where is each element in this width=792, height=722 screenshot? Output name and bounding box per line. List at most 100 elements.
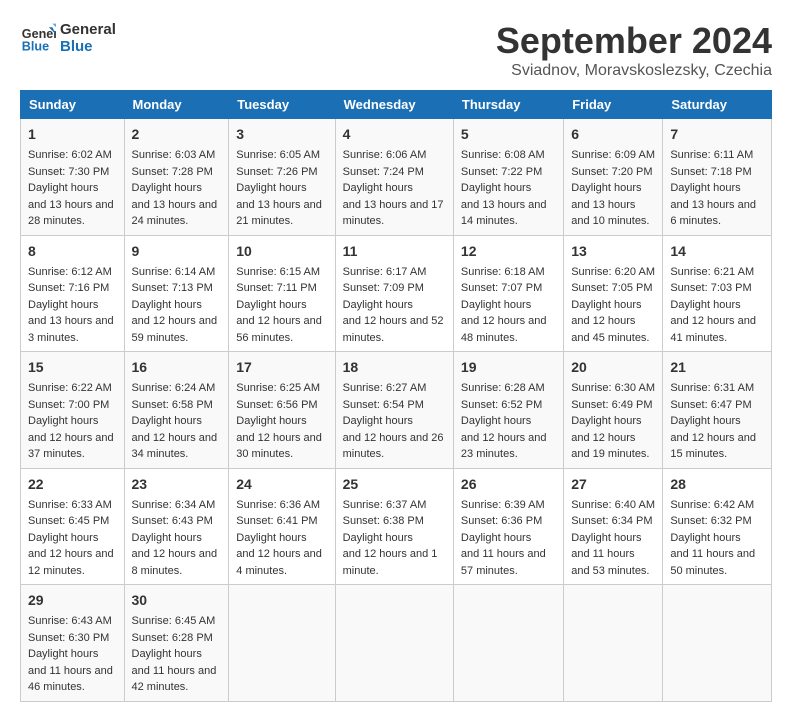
- day-header-monday: Monday: [124, 91, 229, 119]
- daylight-duration: and 12 hours and 37 minutes.: [28, 432, 114, 461]
- daylight-duration: and 12 hours and 52 minutes.: [343, 315, 444, 344]
- daylight-duration: and 12 hours and 12 minutes.: [28, 548, 114, 577]
- day-number: 23: [132, 474, 222, 495]
- daylight-duration: and 12 hours and 59 minutes.: [132, 315, 218, 344]
- daylight-label: Daylight hours: [571, 182, 641, 194]
- day-number: 28: [670, 474, 764, 495]
- sunset-label: Sunset: 6:49 PM: [571, 399, 652, 411]
- calendar-cell: 9Sunrise: 6:14 AMSunset: 7:13 PMDaylight…: [124, 235, 229, 352]
- sunset-label: Sunset: 7:11 PM: [236, 282, 317, 294]
- sunset-label: Sunset: 6:47 PM: [670, 399, 751, 411]
- sunset-label: Sunset: 7:03 PM: [670, 282, 751, 294]
- day-number: 12: [461, 241, 556, 262]
- daylight-duration: and 12 hours and 15 minutes.: [670, 432, 756, 461]
- sunset-label: Sunset: 6:30 PM: [28, 632, 109, 644]
- sunset-label: Sunset: 6:56 PM: [236, 399, 317, 411]
- sunrise-label: Sunrise: 6:02 AM: [28, 149, 112, 161]
- day-number: 17: [236, 357, 327, 378]
- daylight-duration: and 13 hours and 3 minutes.: [28, 315, 114, 344]
- calendar-cell: 7Sunrise: 6:11 AMSunset: 7:18 PMDaylight…: [663, 119, 772, 236]
- calendar-week-2: 8Sunrise: 6:12 AMSunset: 7:16 PMDaylight…: [21, 235, 772, 352]
- daylight-duration: and 11 hours and 46 minutes.: [28, 665, 113, 694]
- daylight-label: Daylight hours: [461, 299, 531, 311]
- sunrise-label: Sunrise: 6:39 AM: [461, 499, 545, 511]
- daylight-label: Daylight hours: [132, 532, 202, 544]
- daylight-duration: and 11 hours and 50 minutes.: [670, 548, 755, 577]
- calendar-cell: 18Sunrise: 6:27 AMSunset: 6:54 PMDayligh…: [335, 352, 453, 469]
- day-header-friday: Friday: [564, 91, 663, 119]
- sunrise-label: Sunrise: 6:17 AM: [343, 266, 427, 278]
- sunrise-label: Sunrise: 6:05 AM: [236, 149, 320, 161]
- daylight-label: Daylight hours: [28, 182, 98, 194]
- calendar-table: SundayMondayTuesdayWednesdayThursdayFrid…: [20, 90, 772, 702]
- day-number: 29: [28, 590, 117, 611]
- sunrise-label: Sunrise: 6:14 AM: [132, 266, 216, 278]
- daylight-label: Daylight hours: [343, 299, 413, 311]
- calendar-cell: 19Sunrise: 6:28 AMSunset: 6:52 PMDayligh…: [453, 352, 563, 469]
- sunrise-label: Sunrise: 6:28 AM: [461, 382, 545, 394]
- sunrise-label: Sunrise: 6:12 AM: [28, 266, 112, 278]
- day-number: 19: [461, 357, 556, 378]
- daylight-label: Daylight hours: [343, 532, 413, 544]
- sunrise-label: Sunrise: 6:30 AM: [571, 382, 655, 394]
- day-number: 3: [236, 124, 327, 145]
- logo-general: General: [60, 21, 116, 38]
- calendar-cell: 21Sunrise: 6:31 AMSunset: 6:47 PMDayligh…: [663, 352, 772, 469]
- page-header: General Blue General Blue September 2024…: [20, 20, 772, 80]
- calendar-week-5: 29Sunrise: 6:43 AMSunset: 6:30 PMDayligh…: [21, 585, 772, 702]
- daylight-label: Daylight hours: [571, 299, 641, 311]
- calendar-cell: 24Sunrise: 6:36 AMSunset: 6:41 PMDayligh…: [229, 468, 335, 585]
- daylight-label: Daylight hours: [670, 532, 740, 544]
- day-number: 27: [571, 474, 655, 495]
- sunrise-label: Sunrise: 6:34 AM: [132, 499, 216, 511]
- daylight-label: Daylight hours: [461, 415, 531, 427]
- sunrise-label: Sunrise: 6:06 AM: [343, 149, 427, 161]
- sunrise-label: Sunrise: 6:03 AM: [132, 149, 216, 161]
- sunrise-label: Sunrise: 6:40 AM: [571, 499, 655, 511]
- sunrise-label: Sunrise: 6:33 AM: [28, 499, 112, 511]
- daylight-duration: and 12 hours and 34 minutes.: [132, 432, 218, 461]
- daylight-label: Daylight hours: [236, 182, 306, 194]
- daylight-label: Daylight hours: [132, 182, 202, 194]
- sunrise-label: Sunrise: 6:45 AM: [132, 615, 216, 627]
- sunset-label: Sunset: 7:20 PM: [571, 166, 652, 178]
- day-number: 25: [343, 474, 446, 495]
- daylight-duration: and 12 hours and 56 minutes.: [236, 315, 322, 344]
- daylight-duration: and 13 hours and 24 minutes.: [132, 199, 218, 228]
- daylight-duration: and 12 hours and 48 minutes.: [461, 315, 547, 344]
- daylight-label: Daylight hours: [571, 532, 641, 544]
- sunset-label: Sunset: 7:09 PM: [343, 282, 424, 294]
- sunrise-label: Sunrise: 6:21 AM: [670, 266, 754, 278]
- daylight-duration: and 13 hours and 28 minutes.: [28, 199, 114, 228]
- daylight-label: Daylight hours: [461, 532, 531, 544]
- calendar-cell: 4Sunrise: 6:06 AMSunset: 7:24 PMDaylight…: [335, 119, 453, 236]
- calendar-subtitle: Sviadnov, Moravskoslezsky, Czechia: [496, 62, 772, 80]
- sunset-label: Sunset: 6:54 PM: [343, 399, 424, 411]
- sunrise-label: Sunrise: 6:20 AM: [571, 266, 655, 278]
- calendar-cell: 22Sunrise: 6:33 AMSunset: 6:45 PMDayligh…: [21, 468, 125, 585]
- logo-blue: Blue: [60, 38, 116, 55]
- calendar-cell: 16Sunrise: 6:24 AMSunset: 6:58 PMDayligh…: [124, 352, 229, 469]
- day-number: 5: [461, 124, 556, 145]
- sunrise-label: Sunrise: 6:27 AM: [343, 382, 427, 394]
- calendar-week-4: 22Sunrise: 6:33 AMSunset: 6:45 PMDayligh…: [21, 468, 772, 585]
- logo: General Blue General Blue: [20, 20, 116, 56]
- sunset-label: Sunset: 6:32 PM: [670, 515, 751, 527]
- logo-icon: General Blue: [20, 20, 56, 56]
- calendar-cell: 17Sunrise: 6:25 AMSunset: 6:56 PMDayligh…: [229, 352, 335, 469]
- calendar-cell: 14Sunrise: 6:21 AMSunset: 7:03 PMDayligh…: [663, 235, 772, 352]
- sunrise-label: Sunrise: 6:11 AM: [670, 149, 753, 161]
- daylight-duration: and 13 hours and 17 minutes.: [343, 199, 444, 228]
- day-number: 21: [670, 357, 764, 378]
- day-number: 2: [132, 124, 222, 145]
- daylight-label: Daylight hours: [28, 648, 98, 660]
- daylight-label: Daylight hours: [571, 415, 641, 427]
- day-number: 22: [28, 474, 117, 495]
- daylight-label: Daylight hours: [670, 182, 740, 194]
- day-number: 20: [571, 357, 655, 378]
- sunset-label: Sunset: 7:13 PM: [132, 282, 213, 294]
- daylight-label: Daylight hours: [236, 532, 306, 544]
- day-number: 26: [461, 474, 556, 495]
- day-header-saturday: Saturday: [663, 91, 772, 119]
- calendar-cell: 27Sunrise: 6:40 AMSunset: 6:34 PMDayligh…: [564, 468, 663, 585]
